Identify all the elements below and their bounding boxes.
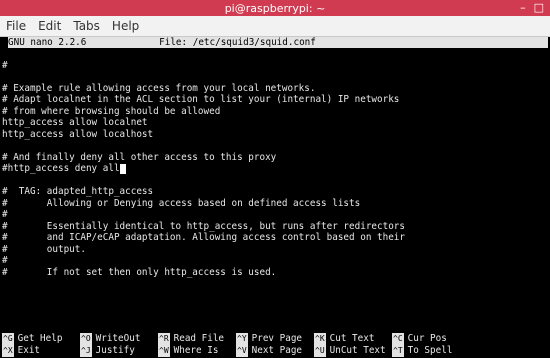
shortcut-cur-pos[interactable]: ^C Cur Pos [392, 333, 470, 345]
text-line: # [2, 59, 8, 71]
shortcut-key: ^T [392, 345, 404, 357]
shortcut-key: ^X [2, 345, 14, 357]
shortcut-label: Cur Pos [407, 333, 447, 344]
shortcut-key: ^V [236, 345, 248, 357]
text-line: # [2, 255, 8, 266]
nano-version: GNU nano 2.2.6 [8, 37, 87, 48]
shortcut-key: ^C [392, 333, 404, 345]
shortcut-row: ^X Exit ^J Justify ^W Where Is ^V Next Page … [2, 345, 550, 357]
window-title: pi@raspberrypi: ~ [224, 1, 326, 15]
shortcut-row: ^G Get Help ^O WriteOut ^R Read File ^Y Prev… [2, 333, 550, 345]
shortcut-label: Exit [17, 345, 41, 356]
shortcut-key: ^Y [236, 333, 248, 345]
nano-header: GNU nano 2.2.6 File: /etc/squid3/squid.c… [8, 37, 548, 48]
shortcut-label: Get Help [17, 333, 63, 344]
terminal-area[interactable]: GNU nano 2.2.6 File: /etc/squid3/squid.c… [0, 37, 550, 358]
text-cursor [119, 164, 126, 174]
shortcut-next-page[interactable]: ^V Next Page [236, 345, 314, 357]
text-line: # output. [2, 243, 86, 255]
editor-text[interactable]: # # Example rule allowing access from yo… [2, 48, 550, 278]
text-line: http_access allow localhost [2, 128, 154, 140]
shortcut-label: UnCut Text [329, 345, 386, 356]
cursor-line: #http_access deny all [2, 163, 550, 175]
shortcut-label: To Spell [407, 345, 453, 356]
text-line [2, 71, 550, 83]
menu-file[interactable]: File [4, 19, 28, 33]
terminal-window: pi@raspberrypi: ~ – □ File Edit Tabs Hel… [0, 0, 550, 358]
shortcut-label: WriteOut [95, 333, 141, 344]
text-line [2, 140, 550, 152]
shortcut-exit[interactable]: ^X Exit [2, 345, 80, 357]
shortcut-label: Next Page [251, 345, 303, 356]
shortcut-cut-text[interactable]: ^K Cut Text [314, 333, 392, 345]
shortcut-label: Prev Page [251, 333, 303, 344]
text-line [2, 48, 550, 60]
shortcut-label: Justify [95, 345, 135, 356]
shortcut-read-file[interactable]: ^R Read File [158, 333, 236, 345]
shortcut-key: ^W [158, 345, 170, 357]
nano-filename: File: /etc/squid3/squid.conf [159, 37, 316, 48]
shortcut-writeout[interactable]: ^O WriteOut [80, 333, 158, 345]
shortcut-justify[interactable]: ^J Justify [80, 345, 158, 357]
menu-edit[interactable]: Edit [36, 19, 63, 33]
text-line: # from where browsing should be allowed [2, 105, 221, 117]
text-line [2, 175, 550, 187]
shortcut-where-is[interactable]: ^W Where Is [158, 345, 236, 357]
maximize-icon[interactable]: □ [534, 1, 544, 14]
text-line: # and ICAP/eCAP adaptation. Allowing acc… [2, 232, 405, 243]
text-line: http_access allow localnet [2, 117, 148, 128]
text-line: # Adapt localnet in the ACL section to l… [2, 94, 400, 105]
shortcut-key: ^U [314, 345, 326, 357]
menu-tabs[interactable]: Tabs [71, 19, 102, 33]
text-line: #http_access deny all [2, 163, 120, 174]
menu-help[interactable]: Help [110, 19, 141, 33]
text-line: # If not set then only http_access is us… [2, 266, 277, 278]
menu-bar: File Edit Tabs Help [0, 16, 550, 37]
shortcut-get-help[interactable]: ^G Get Help [2, 333, 80, 345]
shortcut-label: Cut Text [329, 333, 375, 344]
shortcut-key: ^G [2, 333, 14, 345]
text-line: # Example rule allowing access from your… [2, 82, 316, 94]
shortcut-label: Where Is [173, 345, 219, 356]
window-controls: – □ [520, 1, 544, 14]
minimize-icon[interactable]: – [520, 1, 526, 14]
text-line: # [2, 209, 8, 220]
shortcut-prev-page[interactable]: ^Y Prev Page [236, 333, 314, 345]
shortcut-to-spell[interactable]: ^T To Spell [392, 345, 470, 357]
shortcut-key: ^O [80, 333, 92, 345]
shortcut-key: ^R [158, 333, 170, 345]
text-line: # Essentially identical to http_access, … [2, 220, 405, 232]
text-line: # Allowing or Denying access based on de… [2, 197, 361, 209]
shortcut-key: ^K [314, 333, 326, 345]
shortcut-key: ^J [80, 345, 92, 357]
shortcut-bar: ^G Get Help ^O WriteOut ^R Read File ^Y Prev… [2, 333, 550, 357]
title-bar[interactable]: pi@raspberrypi: ~ – □ [0, 0, 550, 16]
text-line: # And finally deny all other access to t… [2, 151, 277, 163]
shortcut-uncut-text[interactable]: ^U UnCut Text [314, 345, 392, 357]
shortcut-label: Read File [173, 333, 225, 344]
text-line: # TAG: adapted_http_access [2, 186, 154, 197]
